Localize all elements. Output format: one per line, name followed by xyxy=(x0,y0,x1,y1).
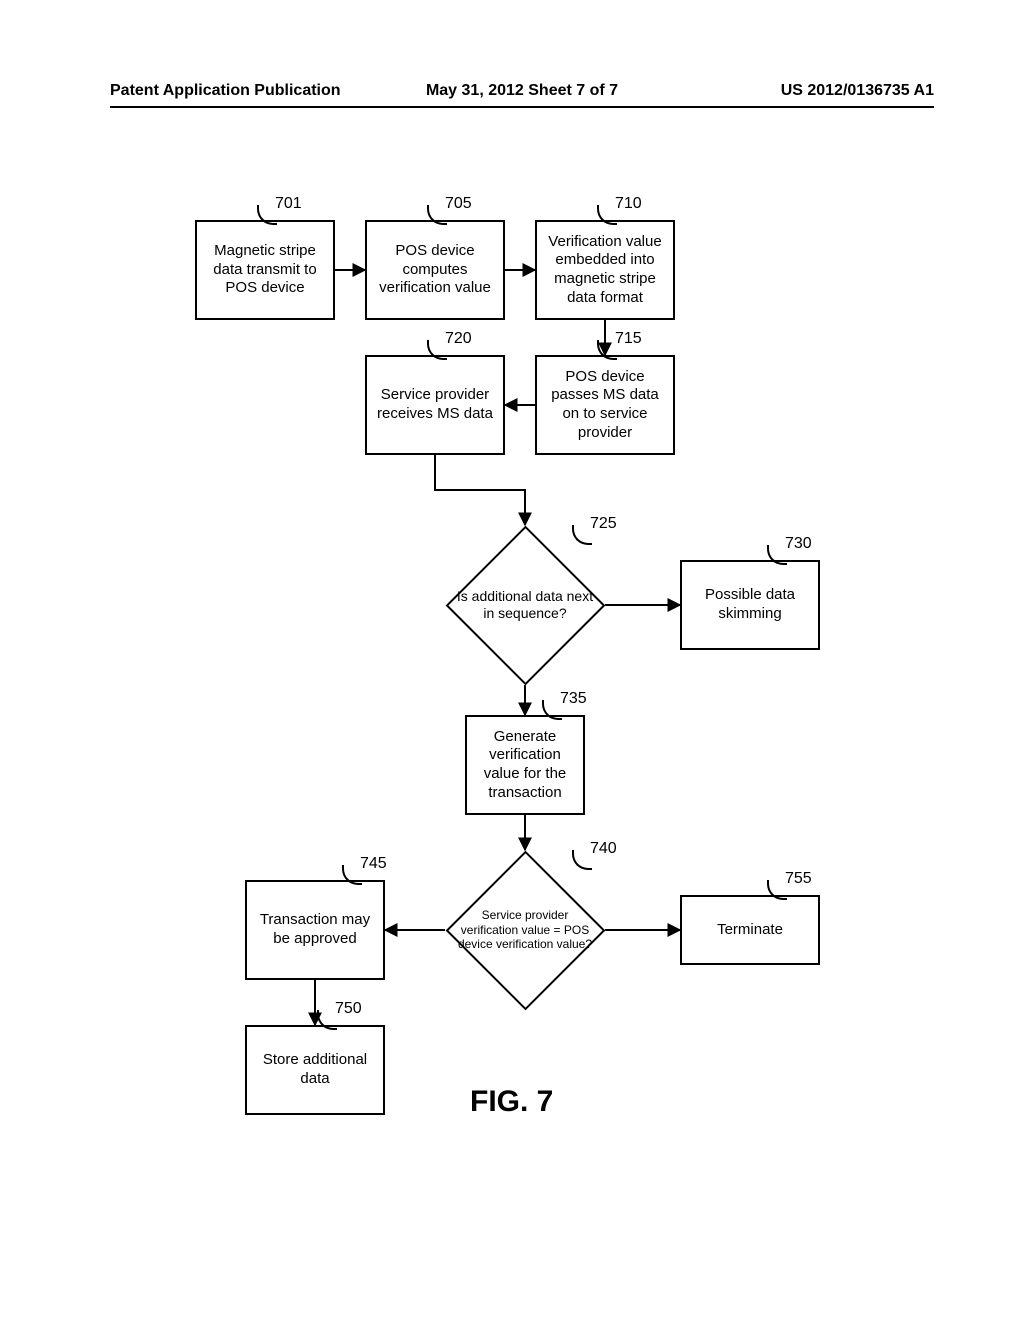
flow-arrows xyxy=(0,190,1024,1190)
node-740-text: Service provider verification value = PO… xyxy=(450,908,600,951)
node-710-text: Verification value embedded into magneti… xyxy=(543,233,667,308)
node-730: Possible data skimming xyxy=(680,560,820,650)
ref-740: 740 xyxy=(590,840,617,858)
node-730-text: Possible data skimming xyxy=(688,586,812,624)
header-right: US 2012/0136735 A1 xyxy=(781,82,934,100)
node-705-text: POS device computes verification value xyxy=(373,242,497,298)
ref-701: 701 xyxy=(275,195,302,213)
flowchart-diagram: Magnetic stripe data transmit to POS dev… xyxy=(0,190,1024,1190)
node-725-text: Is additional data next in sequence? xyxy=(445,588,605,622)
ref-710: 710 xyxy=(615,195,642,213)
ref-735: 735 xyxy=(560,690,587,708)
node-740: Service provider verification value = PO… xyxy=(445,850,605,1010)
ref-725: 725 xyxy=(590,515,617,533)
node-715: POS device passes MS data on to service … xyxy=(535,355,675,455)
node-735: Generate verification value for the tran… xyxy=(465,715,585,815)
header-center: May 31, 2012 Sheet 7 of 7 xyxy=(426,82,618,100)
ref-755: 755 xyxy=(785,870,812,888)
node-701: Magnetic stripe data transmit to POS dev… xyxy=(195,220,335,320)
node-715-text: POS device passes MS data on to service … xyxy=(543,368,667,443)
node-735-text: Generate verification value for the tran… xyxy=(473,728,577,803)
node-705: POS device computes verification value xyxy=(365,220,505,320)
ref-730: 730 xyxy=(785,535,812,553)
node-745-text: Transaction may be approved xyxy=(253,911,377,949)
ref-745: 745 xyxy=(360,855,387,873)
node-745: Transaction may be approved xyxy=(245,880,385,980)
figure-label: FIG. 7 xyxy=(470,1085,553,1119)
node-725: Is additional data next in sequence? xyxy=(445,525,605,685)
node-755: Terminate xyxy=(680,895,820,965)
ref-750: 750 xyxy=(335,1000,362,1018)
node-710: Verification value embedded into magneti… xyxy=(535,220,675,320)
ref-705: 705 xyxy=(445,195,472,213)
node-720: Service provider receives MS data xyxy=(365,355,505,455)
page-header: Patent Application Publication May 31, 2… xyxy=(110,80,934,108)
header-left: Patent Application Publication xyxy=(110,82,341,100)
node-750: Store additional data xyxy=(245,1025,385,1115)
node-701-text: Magnetic stripe data transmit to POS dev… xyxy=(203,242,327,298)
node-755-text: Terminate xyxy=(717,921,783,940)
ref-720: 720 xyxy=(445,330,472,348)
node-750-text: Store additional data xyxy=(253,1051,377,1089)
node-720-text: Service provider receives MS data xyxy=(373,386,497,424)
ref-715: 715 xyxy=(615,330,642,348)
